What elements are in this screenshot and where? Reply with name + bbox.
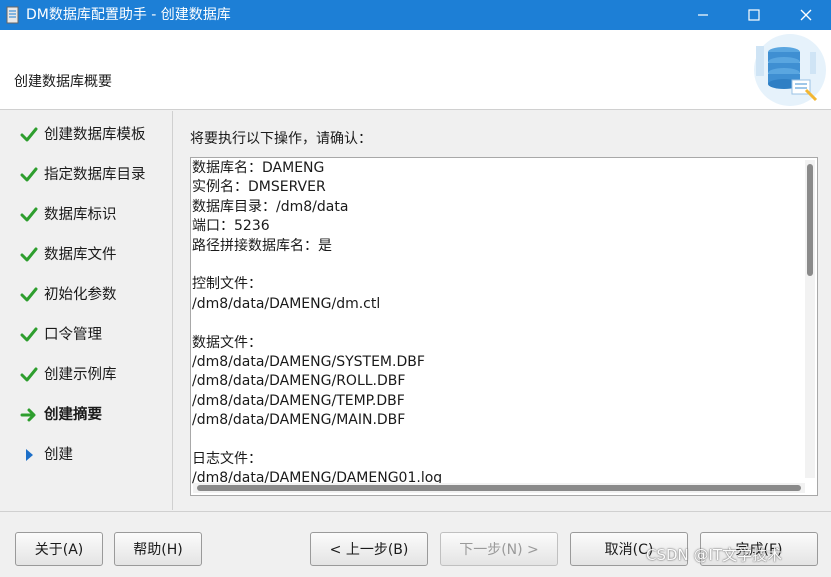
watermark: CSDN @IT文学技术 bbox=[646, 546, 783, 564]
title-bar: DM数据库配置助手 - 创建数据库 bbox=[0, 0, 831, 30]
step-label: 口令管理 bbox=[44, 327, 102, 343]
summary-line: /dm8/data/DAMENG/SYSTEM.DBF bbox=[192, 353, 425, 370]
horizontal-scrollbar[interactable] bbox=[193, 483, 805, 493]
summary-line bbox=[192, 430, 802, 449]
maximize-button[interactable] bbox=[731, 0, 777, 30]
close-button[interactable] bbox=[783, 0, 829, 30]
step-label: 指定数据库目录 bbox=[44, 167, 146, 183]
checkmark-icon bbox=[20, 207, 38, 222]
step-label: 数据库文件 bbox=[44, 247, 117, 263]
minimize-icon bbox=[698, 14, 708, 16]
summary-line bbox=[192, 256, 802, 275]
step-db-identifier: 数据库标识 bbox=[0, 202, 173, 228]
wizard-header: 创建数据库概要 bbox=[0, 30, 831, 110]
summary-line: /dm8/data/DAMENG/MAIN.DBF bbox=[192, 412, 406, 429]
summary-panel: 将要执行以下操作，请确认： 数据库名：DAMENG 实例名：DMSERVER 数据库… bbox=[174, 111, 831, 510]
confirm-prompt: 将要执行以下操作，请确认： bbox=[190, 131, 372, 147]
summary-line: 日志文件： bbox=[192, 450, 262, 467]
summary-line: 实例名：DMSERVER bbox=[192, 179, 326, 196]
database-logo-icon bbox=[754, 34, 826, 106]
summary-line: 路径拼接数据库名：是 bbox=[192, 237, 332, 254]
checkmark-icon bbox=[20, 287, 38, 302]
step-summary-current: 创建摘要 bbox=[0, 402, 173, 428]
step-label: 创建摘要 bbox=[44, 407, 102, 423]
arrow-right-icon bbox=[20, 408, 36, 422]
checkmark-icon bbox=[20, 167, 38, 182]
scroll-thumb[interactable] bbox=[197, 485, 801, 491]
wizard-steps-sidebar: 创建数据库模板 指定数据库目录 数据库标识 数据库文件 初始化参数 口令管理 创… bbox=[0, 111, 173, 510]
step-create-template: 创建数据库模板 bbox=[0, 122, 173, 148]
page-title: 创建数据库概要 bbox=[14, 74, 112, 90]
maximize-icon bbox=[748, 9, 760, 21]
checkmark-icon bbox=[20, 127, 38, 142]
minimize-button[interactable] bbox=[680, 0, 726, 30]
scroll-thumb[interactable] bbox=[807, 164, 813, 276]
triangle-right-icon bbox=[26, 449, 33, 461]
about-button[interactable]: 关于(A) bbox=[15, 532, 103, 566]
summary-line: 数据库名：DAMENG bbox=[192, 160, 325, 176]
step-label: 创建数据库模板 bbox=[44, 127, 146, 143]
summary-lines: 数据库名：DAMENG 实例名：DMSERVER 数据库目录：/dm8/data 端口… bbox=[192, 159, 802, 489]
checkmark-icon bbox=[20, 327, 38, 342]
summary-line: /dm8/data/DAMENG/ROLL.DBF bbox=[192, 373, 406, 390]
summary-line: /dm8/data/DAMENG/dm.ctl bbox=[192, 295, 381, 312]
step-label: 初始化参数 bbox=[44, 287, 117, 303]
summary-line: 端口：5236 bbox=[192, 218, 270, 235]
step-init-params: 初始化参数 bbox=[0, 282, 173, 308]
step-label: 创建示例库 bbox=[44, 367, 117, 383]
window-title: DM数据库配置助手 - 创建数据库 bbox=[26, 7, 231, 23]
step-sample-db: 创建示例库 bbox=[0, 362, 173, 388]
previous-button[interactable]: < 上一步(B) bbox=[310, 532, 428, 566]
close-icon bbox=[800, 9, 812, 21]
summary-line bbox=[192, 314, 802, 333]
step-db-files: 数据库文件 bbox=[0, 242, 173, 268]
summary-line: 数据库目录：/dm8/data bbox=[192, 198, 349, 215]
step-password-mgmt: 口令管理 bbox=[0, 322, 173, 348]
summary-line: 数据文件： bbox=[192, 334, 262, 351]
step-db-directory: 指定数据库目录 bbox=[0, 162, 173, 188]
step-create: 创建 bbox=[0, 442, 173, 468]
summary-line: /dm8/data/DAMENG/TEMP.DBF bbox=[192, 392, 405, 409]
step-label: 数据库标识 bbox=[44, 207, 117, 223]
app-icon bbox=[6, 6, 19, 24]
step-label: 创建 bbox=[44, 447, 73, 463]
next-button[interactable]: 下一步(N) > bbox=[440, 532, 558, 566]
summary-textarea[interactable]: 数据库名：DAMENG 实例名：DMSERVER 数据库目录：/dm8/data 端口… bbox=[190, 157, 818, 496]
help-button[interactable]: 帮助(H) bbox=[114, 532, 202, 566]
vertical-scrollbar[interactable] bbox=[805, 160, 815, 478]
checkmark-icon bbox=[20, 247, 38, 262]
checkmark-icon bbox=[20, 367, 38, 382]
summary-line: 控制文件： bbox=[192, 276, 262, 293]
